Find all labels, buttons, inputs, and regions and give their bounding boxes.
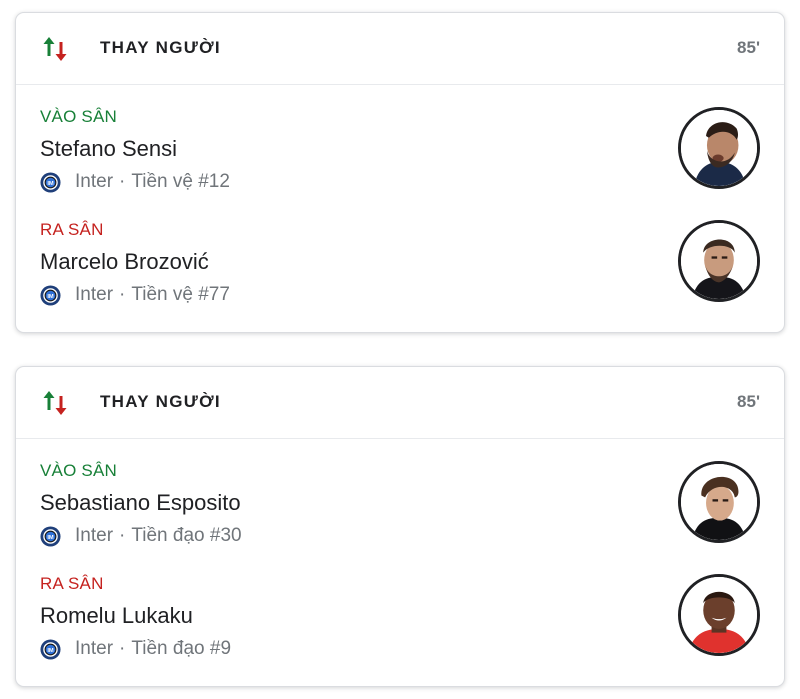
player-name[interactable]: Marcelo Brozović <box>40 249 209 275</box>
player-out-row[interactable]: RA SÂN Marcelo Brozović IM Inter · Tiền … <box>16 220 784 320</box>
player-position: Tiền đạo #30 <box>131 525 242 546</box>
inter-logo-icon: IM <box>40 525 61 547</box>
inter-logo-icon: IM <box>40 284 61 306</box>
player-avatar[interactable] <box>678 220 760 302</box>
svg-text:IM: IM <box>47 180 54 186</box>
svg-text:IM: IM <box>47 647 54 653</box>
inter-logo-icon: IM <box>40 638 61 660</box>
swap-arrows-icon <box>43 37 67 61</box>
player-avatar[interactable] <box>678 574 760 656</box>
meta-separator: · <box>119 525 126 546</box>
substitution-title: THAY NGƯỜI <box>100 38 221 57</box>
swap-arrows-icon <box>43 391 67 415</box>
player-position: Tiền vệ #12 <box>131 171 230 192</box>
card-header: THAY NGƯỜI 85' <box>16 367 784 439</box>
club-name[interactable]: Inter <box>75 284 113 306</box>
club-name[interactable]: Inter <box>75 171 113 193</box>
meta-separator: · <box>119 638 126 659</box>
player-in-row[interactable]: VÀO SÂN Stefano Sensi IM Inter · Tiền vệ… <box>16 107 784 207</box>
meta-separator: · <box>119 284 126 305</box>
svg-text:IM: IM <box>47 534 54 540</box>
status-in-label: VÀO SÂN <box>40 107 117 126</box>
status-in-label: VÀO SÂN <box>40 461 117 480</box>
player-meta: IM Inter · Tiền vệ #77 <box>40 283 230 307</box>
club-name[interactable]: Inter <box>75 525 113 547</box>
player-meta: IM Inter · Tiền vệ #12 <box>40 170 230 194</box>
status-out-label: RA SÂN <box>40 220 104 239</box>
substitution-minute: 85' <box>737 38 760 57</box>
player-avatar[interactable] <box>678 461 760 543</box>
player-name[interactable]: Stefano Sensi <box>40 136 177 162</box>
substitution-minute: 85' <box>737 392 760 411</box>
substitution-card: THAY NGƯỜI 85' VÀO SÂN Stefano Sensi IM … <box>15 12 785 333</box>
inter-logo-icon: IM <box>40 171 61 193</box>
meta-separator: · <box>119 171 126 192</box>
player-meta: IM Inter · Tiền đạo #9 <box>40 637 231 661</box>
card-header: THAY NGƯỜI 85' <box>16 13 784 85</box>
player-in-row[interactable]: VÀO SÂN Sebastiano Esposito IM Inter · T… <box>16 461 784 561</box>
player-position: Tiền vệ #77 <box>131 284 230 305</box>
player-avatar[interactable] <box>678 107 760 189</box>
player-out-row[interactable]: RA SÂN Romelu Lukaku IM Inter · Tiền đạo… <box>16 574 784 674</box>
player-name[interactable]: Sebastiano Esposito <box>40 490 241 516</box>
substitution-title: THAY NGƯỜI <box>100 392 221 411</box>
club-name[interactable]: Inter <box>75 638 113 660</box>
svg-text:IM: IM <box>47 293 54 299</box>
status-out-label: RA SÂN <box>40 574 104 593</box>
substitution-card: THAY NGƯỜI 85' VÀO SÂN Sebastiano Esposi… <box>15 366 785 687</box>
player-name[interactable]: Romelu Lukaku <box>40 603 193 629</box>
player-meta: IM Inter · Tiền đạo #30 <box>40 524 242 548</box>
player-position: Tiền đạo #9 <box>131 638 232 659</box>
